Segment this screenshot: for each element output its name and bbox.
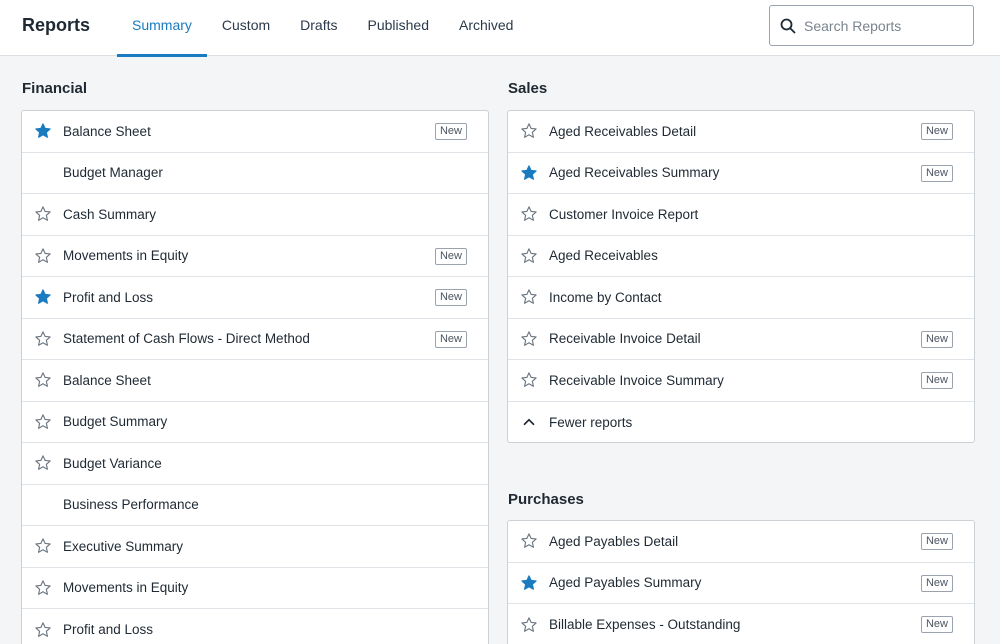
new-badge: New (920, 123, 953, 140)
star-filled-icon[interactable] (23, 122, 63, 140)
report-row[interactable]: Aged Receivables Detail New (508, 111, 974, 153)
tab-custom[interactable]: Custom (207, 0, 285, 56)
report-row[interactable]: Aged Payables Detail New (508, 521, 974, 563)
star-outline-icon[interactable] (509, 122, 549, 140)
purchases-report-list: Aged Payables Detail New Aged Payables Sum… (507, 520, 975, 644)
report-row[interactable]: Balance Sheet New (22, 111, 488, 153)
sales-section-title: Sales (508, 80, 548, 97)
report-row[interactable]: Budget Summary (22, 402, 488, 443)
report-row[interactable]: Cash Summary (22, 194, 488, 236)
tab-drafts[interactable]: Drafts (285, 0, 352, 56)
star-outline-icon[interactable] (23, 454, 63, 472)
financial-report-list: Balance Sheet New Budget Manager Cash Summa… (21, 110, 489, 644)
new-badge: New (920, 164, 953, 182)
report-row[interactable]: Budget Variance (22, 443, 488, 485)
financial-section-title: Financial (22, 80, 88, 97)
star-outline-icon[interactable] (23, 413, 63, 431)
report-name[interactable]: Cash Summary (63, 207, 488, 222)
report-name[interactable]: Aged Receivables Summary (549, 165, 974, 180)
star-outline-icon[interactable] (23, 537, 63, 555)
report-row[interactable]: Movements in Equity New (22, 236, 488, 277)
star-filled-icon[interactable] (509, 164, 549, 182)
star-outline-icon[interactable] (509, 205, 549, 223)
report-row[interactable]: Customer Invoice Report (508, 194, 974, 236)
report-row[interactable]: Receivable Invoice Summary New (508, 360, 974, 402)
tab-summary[interactable]: Summary (117, 0, 207, 57)
report-row[interactable]: Billable Expenses - Outstanding New (508, 604, 974, 644)
report-name[interactable]: Fewer reports (549, 415, 974, 430)
new-badge: New (434, 247, 467, 265)
star-outline-icon[interactable] (23, 205, 63, 223)
report-row[interactable]: Aged Receivables Summary New (508, 153, 974, 194)
report-row[interactable]: Profit and Loss New (22, 277, 488, 319)
new-badge: New (434, 330, 467, 348)
star-outline-icon[interactable] (509, 371, 549, 389)
new-badge: New (920, 330, 953, 348)
report-row[interactable]: Aged Payables Summary New (508, 563, 974, 604)
star-filled-icon[interactable] (509, 574, 549, 592)
new-badge: New (920, 533, 953, 550)
report-name[interactable]: Customer Invoice Report (549, 207, 974, 222)
report-name[interactable]: Statement of Cash Flows - Direct Method (63, 331, 488, 346)
report-name[interactable]: Budget Manager (63, 165, 488, 180)
page-title: Reports (22, 15, 91, 35)
report-name[interactable]: Billable Expenses - Outstanding (549, 617, 974, 632)
report-name[interactable]: Aged Payables Detail (549, 534, 974, 549)
new-badge: New (920, 372, 953, 389)
report-name[interactable]: Balance Sheet (63, 124, 488, 139)
sales-report-list: Aged Receivables Detail New Aged Receivabl… (507, 110, 975, 443)
report-name[interactable]: Income by Contact (549, 290, 974, 305)
report-name[interactable]: Profit and Loss (63, 622, 488, 637)
report-name[interactable]: Aged Receivables (549, 248, 974, 263)
report-name[interactable]: Movements in Equity (63, 580, 488, 595)
report-name[interactable]: Profit and Loss (63, 290, 488, 305)
report-row[interactable]: Movements in Equity (22, 568, 488, 609)
star-outline-icon[interactable] (23, 621, 63, 639)
report-name[interactable]: Budget Variance (63, 456, 488, 471)
report-row[interactable]: Executive Summary (22, 526, 488, 568)
new-badge: New (920, 574, 953, 592)
purchases-section-title: Purchases (508, 491, 584, 508)
report-name[interactable]: Aged Payables Summary (549, 575, 974, 590)
star-outline-icon[interactable] (509, 616, 549, 634)
report-tabs: Summary Custom Drafts Published Archived (117, 0, 528, 57)
star-outline-icon[interactable] (509, 288, 549, 306)
report-name[interactable]: Balance Sheet (63, 373, 488, 388)
report-row[interactable]: Aged Receivables (508, 236, 974, 277)
star-outline-icon[interactable] (23, 247, 63, 265)
report-row[interactable]: Income by Contact (508, 277, 974, 319)
star-outline-icon[interactable] (23, 579, 63, 597)
report-name[interactable]: Movements in Equity (63, 248, 488, 263)
report-row[interactable]: Receivable Invoice Detail New (508, 319, 974, 360)
new-badge: New (434, 123, 467, 140)
report-name[interactable]: Receivable Invoice Summary (549, 373, 974, 388)
star-filled-icon[interactable] (23, 288, 63, 306)
star-outline-icon[interactable] (509, 532, 549, 550)
report-row[interactable]: Statement of Cash Flows - Direct Method N… (22, 319, 488, 360)
report-name[interactable]: Receivable Invoice Detail (549, 331, 974, 346)
new-badge: New (920, 616, 953, 633)
fewer-reports-toggle[interactable]: Fewer reports (508, 402, 974, 443)
star-outline-icon[interactable] (23, 371, 63, 389)
search-input[interactable] (804, 17, 954, 34)
top-bar: Reports Summary Custom Drafts Published Arch… (0, 0, 1000, 57)
star-outline-icon[interactable] (509, 330, 549, 348)
report-row[interactable]: Budget Manager (22, 153, 488, 194)
report-row[interactable]: Balance Sheet (22, 360, 488, 402)
report-name[interactable]: Budget Summary (63, 414, 488, 429)
tab-archived[interactable]: Archived (444, 0, 528, 56)
report-name[interactable]: Aged Receivables Detail (549, 124, 974, 139)
search-box[interactable] (769, 5, 974, 46)
report-row[interactable]: Profit and Loss (22, 609, 488, 644)
tab-published[interactable]: Published (352, 0, 444, 56)
new-badge: New (434, 289, 467, 306)
chevron-up-icon (509, 413, 549, 431)
report-name[interactable]: Business Performance (63, 497, 488, 512)
search-icon (780, 18, 796, 33)
report-row[interactable]: Business Performance (22, 485, 488, 526)
star-outline-icon[interactable] (509, 247, 549, 265)
report-name[interactable]: Executive Summary (63, 539, 488, 554)
star-outline-icon[interactable] (23, 330, 63, 348)
